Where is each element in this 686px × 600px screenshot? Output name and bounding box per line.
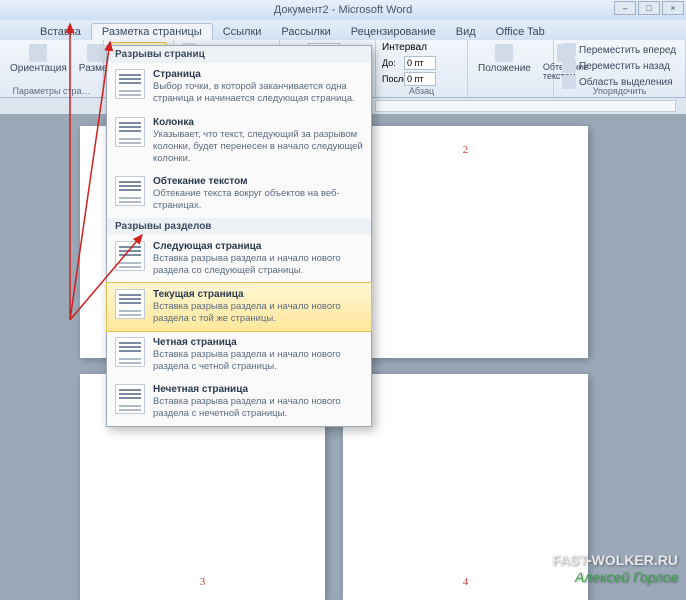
watermark-author: Алексей Горлов xyxy=(552,569,678,586)
tab-office-tab[interactable]: Office Tab xyxy=(486,24,555,40)
group-arrange1: Положение Обтекание текстом xyxy=(468,40,554,97)
ribbon-tabs: Вставка Разметка страницы Ссылки Рассылк… xyxy=(0,20,686,40)
watermark: FAST-WOLKER.RU Алексей Горлов xyxy=(552,552,678,586)
textwrap-break-icon xyxy=(115,176,145,206)
break-textwrap-item[interactable]: Обтекание текстомОбтекание текста вокруг… xyxy=(107,170,371,218)
tab-page-layout[interactable]: Разметка страницы xyxy=(91,23,213,40)
watermark-site: FAST-WOLKER.RU xyxy=(552,552,678,569)
horizontal-ruler[interactable] xyxy=(375,100,676,112)
column-break-icon xyxy=(115,117,145,147)
maximize-button[interactable]: □ xyxy=(638,1,660,15)
tab-references[interactable]: Ссылки xyxy=(213,24,272,40)
group-interval: Интервал До: После: Абзац xyxy=(376,40,468,97)
dropdown-section-header: Разрывы страниц xyxy=(107,46,371,63)
title-text: Документ2 - Microsoft Word xyxy=(274,4,412,16)
backward-icon xyxy=(562,59,576,73)
breaks-dropdown: Разрывы страниц СтраницаВыбор точки, в к… xyxy=(106,45,372,427)
tab-insert[interactable]: Вставка xyxy=(30,24,91,40)
section-next-page-item[interactable]: Следующая страницаВставка разрыва раздел… xyxy=(107,235,371,283)
window-controls: – □ × xyxy=(614,1,684,15)
continuous-icon xyxy=(115,289,145,319)
group-label: Параметры стра… xyxy=(0,86,103,96)
page-2[interactable]: 2 xyxy=(343,126,588,358)
close-button[interactable]: × xyxy=(662,1,684,15)
interval-header: Интервал xyxy=(382,42,461,53)
group-label: Упорядочить xyxy=(554,86,685,96)
page-break-icon xyxy=(115,69,145,99)
page-number: 3 xyxy=(200,576,206,588)
group-page-setup: Ориентация Размер Колонки Параметры стра… xyxy=(0,40,104,97)
size-icon xyxy=(87,44,105,62)
bring-forward-button[interactable]: Переместить вперед xyxy=(560,42,679,58)
forward-icon xyxy=(562,43,576,57)
orientation-button[interactable]: Ориентация xyxy=(6,42,71,76)
window-titlebar: Документ2 - Microsoft Word – □ × xyxy=(0,0,686,20)
next-page-icon xyxy=(115,241,145,271)
section-continuous-item[interactable]: Текущая страницаВставка разрыва раздела … xyxy=(106,282,372,332)
break-page-item[interactable]: СтраницаВыбор точки, в которой заканчива… xyxy=(107,63,371,111)
before-label: До: xyxy=(382,58,402,68)
page-number: 2 xyxy=(463,144,469,156)
group-arrange2: Переместить вперед Переместить назад Обл… xyxy=(554,40,686,97)
page-number: 4 xyxy=(463,576,469,588)
orientation-icon xyxy=(29,44,47,62)
after-label: После: xyxy=(382,74,402,84)
before-input[interactable] xyxy=(404,56,436,70)
section-odd-page-item[interactable]: Нечетная страницаВставка разрыва раздела… xyxy=(107,378,371,426)
break-column-item[interactable]: КолонкаУказывает, что текст, следующий з… xyxy=(107,111,371,171)
send-backward-button[interactable]: Переместить назад xyxy=(560,58,679,74)
dropdown-section-header: Разрывы разделов xyxy=(107,218,371,235)
tab-mailings[interactable]: Рассылки xyxy=(271,24,340,40)
tab-view[interactable]: Вид xyxy=(446,24,486,40)
position-button[interactable]: Положение xyxy=(474,42,535,83)
odd-page-icon xyxy=(115,384,145,414)
even-page-icon xyxy=(115,337,145,367)
position-icon xyxy=(495,44,513,62)
after-input[interactable] xyxy=(404,72,436,86)
tab-review[interactable]: Рецензирование xyxy=(341,24,446,40)
minimize-button[interactable]: – xyxy=(614,1,636,15)
section-even-page-item[interactable]: Четная страницаВставка разрыва раздела и… xyxy=(107,331,371,379)
group-label: Абзац xyxy=(376,86,467,96)
